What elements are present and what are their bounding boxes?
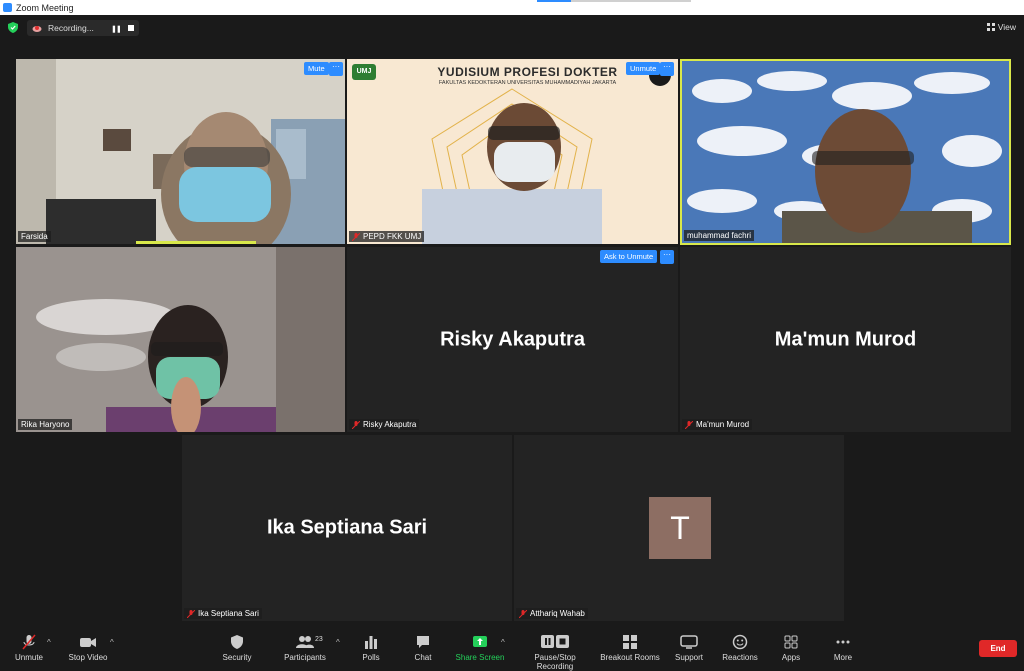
share-options-caret[interactable]: ^ [501,638,505,647]
muted-mic-icon [22,634,36,650]
participant-name-farsida: Farsida [18,231,51,242]
participant-name-rika: Rika Haryono [18,419,73,430]
share-tab-strip [537,0,691,2]
video-feed-pepd [347,59,678,244]
cloud-record-icon [32,26,42,32]
end-meeting-button[interactable]: End [979,640,1017,657]
pause-recording-icon[interactable]: ❚❚ [111,25,122,33]
participant-display-name: Ma'mun Murod [774,328,917,350]
video-tile-pepd[interactable]: UMJ YUDISIUM PROFESI DOKTER FAKULTAS KED… [347,59,678,244]
video-tile-ika[interactable]: Ika Septiana Sari Ika Septiana Sari [182,435,512,621]
muted-mic-icon [352,420,360,429]
stop-video-button[interactable]: Stop Video [48,634,128,662]
more-options-icon[interactable]: ··· [660,250,674,264]
participant-name-mamun: Ma'mun Murod [682,419,753,430]
more-options-icon[interactable]: ··· [329,62,343,76]
participant-name-fachri: muhammad fachri [684,230,755,241]
more-button[interactable]: More [803,634,883,662]
shield-icon[interactable] [8,22,18,33]
apps-icon [784,635,798,649]
unmute-participant-button[interactable]: Unmute [626,62,661,75]
video-options-caret[interactable]: ^ [110,638,114,647]
share-screen-button[interactable]: Share Screen [440,634,520,662]
ask-to-unmute-button[interactable]: Ask to Unmute [600,250,658,263]
video-tile-risky[interactable]: Risky Akaputra Ask to Unmute ··· Risky A… [347,247,678,432]
bar-chart-icon [365,636,377,649]
view-button[interactable]: View [986,22,1016,32]
pause-stop-recording-button[interactable]: Pause/Stop Recording [515,634,595,671]
breakout-rooms-icon [623,635,637,649]
participant-name-pepd: PEPD FKK UMJ [349,231,425,242]
video-tile-farsida[interactable]: Mute ··· Farsida [16,59,345,244]
window-titlebar: Zoom Meeting [0,0,1024,15]
video-feed-fachri [682,61,1009,243]
video-feed-rika [16,247,345,432]
video-tile-atthariq[interactable]: T Atthariq Wahab [514,435,844,621]
mute-participant-button[interactable]: Mute [304,62,329,75]
zoom-logo-icon [3,3,12,12]
pause-stop-icon [541,635,569,648]
muted-mic-icon [352,232,360,241]
more-options-icon[interactable]: ··· [660,62,674,76]
avatar: T [649,497,711,559]
shield-icon [231,635,243,649]
participants-icon [296,636,314,648]
video-tile-fachri[interactable]: muhammad fachri [680,59,1011,245]
participant-display-name: Risky Akaputra [440,328,585,350]
chat-bubble-icon [417,636,429,648]
muted-mic-icon [187,609,195,618]
view-label: View [997,22,1016,32]
video-tile-rika[interactable]: Rika Haryono [16,247,345,432]
banner-subtitle: FAKULTAS KEDOKTERAN UNIVERSITAS MUHAMMAD… [438,80,617,86]
muted-mic-icon [685,420,693,429]
more-dots-icon [836,640,850,644]
smiley-icon [732,634,748,650]
grid-icon [986,23,995,31]
stop-recording-icon[interactable] [128,25,134,31]
participant-name-risky: Risky Akaputra [349,419,420,430]
participants-count-badge: 23 [315,636,323,643]
recording-indicator: Recording... ❚❚ [27,20,139,36]
video-camera-icon [80,638,96,647]
meeting-area: Recording... ❚❚ View Mute ··· Farsida UM… [0,15,1024,628]
umj-logo: UMJ [352,64,376,80]
recording-label: Recording... [48,23,94,33]
share-screen-icon [473,636,487,647]
support-screen-icon [680,635,698,649]
participant-name-ika: Ika Septiana Sari [184,608,262,619]
window-title: Zoom Meeting [16,2,74,13]
participant-name-atthariq: Atthariq Wahab [516,608,588,619]
meeting-toolbar: Unmute ^ Stop Video ^ Security Participa… [0,628,1024,671]
muted-mic-icon [519,609,527,618]
participant-display-name: Ika Septiana Sari [266,516,428,539]
video-tile-mamun[interactable]: Ma'mun Murod Ma'mun Murod [680,247,1011,432]
video-feed-farsida [16,59,345,244]
